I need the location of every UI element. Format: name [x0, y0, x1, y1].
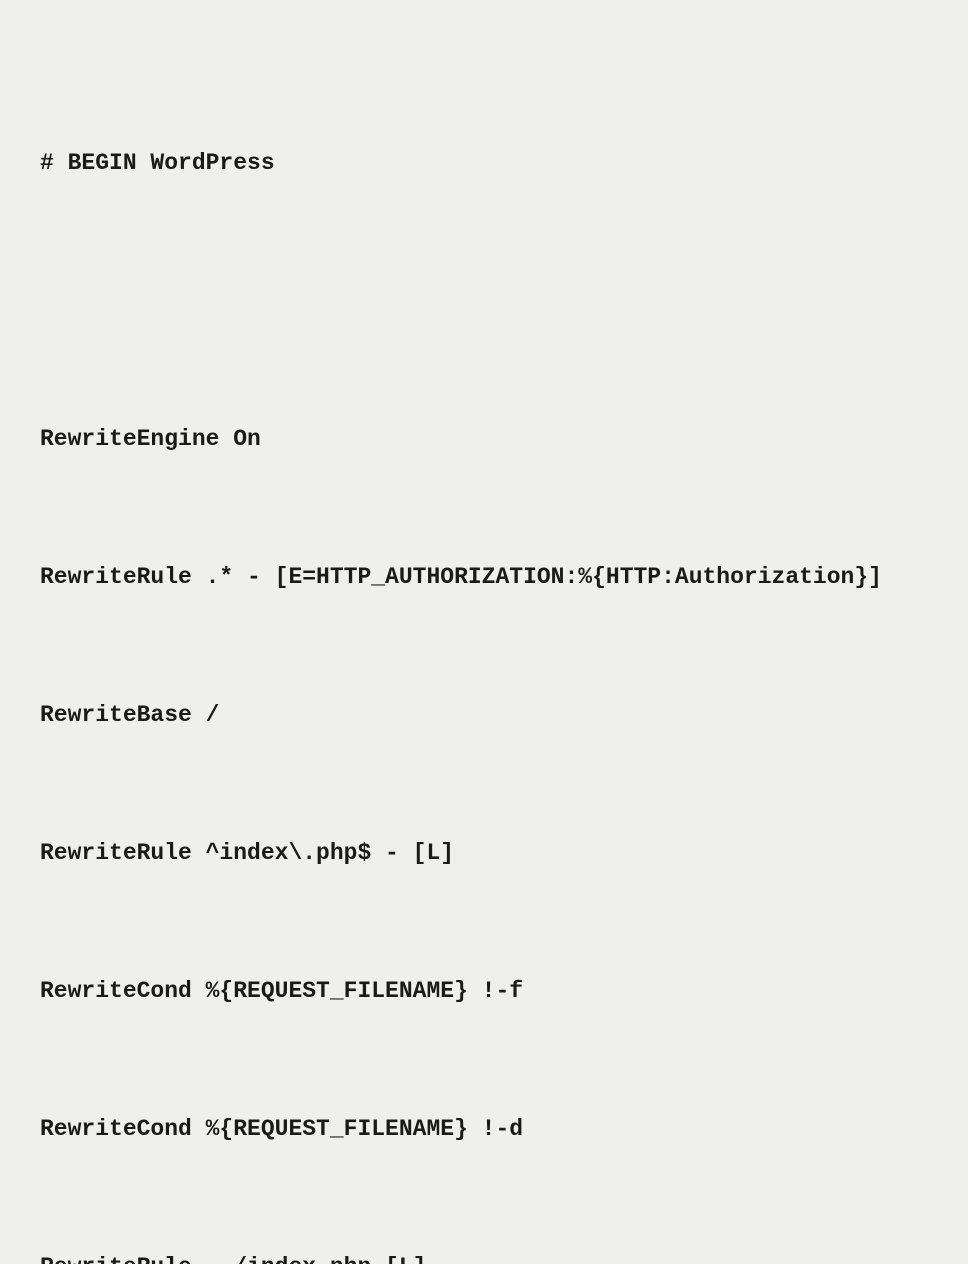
code-line-rewrite-rule-final: RewriteRule . /index.php [L]	[40, 1244, 928, 1264]
htaccess-code-block: # BEGIN WordPress RewriteEngine On Rewri…	[40, 48, 928, 1264]
code-line-rewrite-rule-index: RewriteRule ^index\.php$ - [L]	[40, 830, 928, 876]
code-line-blank	[40, 278, 928, 324]
code-line-rewrite-rule-auth: RewriteRule .* - [E=HTTP_AUTHORIZATION:%…	[40, 554, 928, 600]
code-line-begin-comment: # BEGIN WordPress	[40, 140, 928, 186]
code-line-rewrite-cond-dir: RewriteCond %{REQUEST_FILENAME} !-d	[40, 1106, 928, 1152]
code-line-rewrite-base: RewriteBase /	[40, 692, 928, 738]
code-line-rewrite-engine: RewriteEngine On	[40, 416, 928, 462]
code-line-rewrite-cond-file: RewriteCond %{REQUEST_FILENAME} !-f	[40, 968, 928, 1014]
